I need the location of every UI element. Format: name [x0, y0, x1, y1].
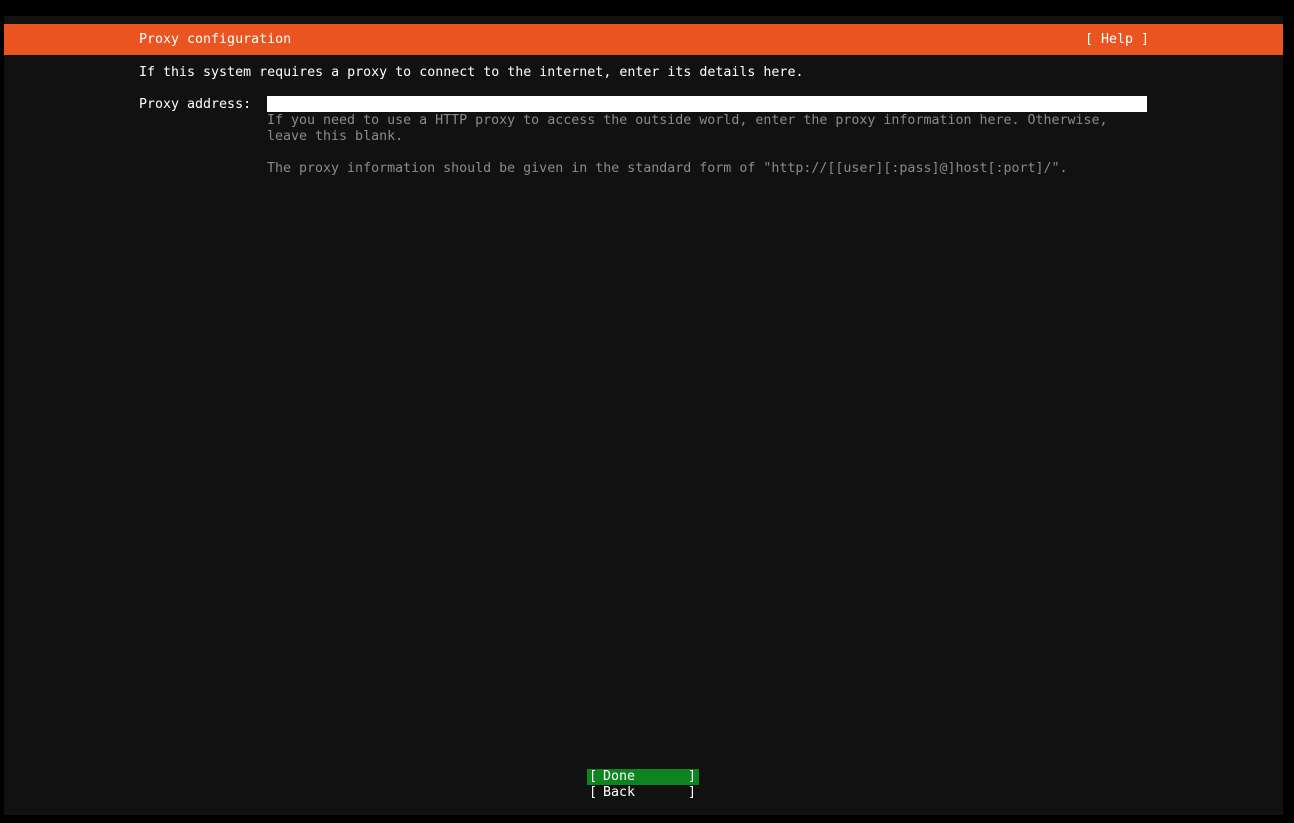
proxy-address-label: Proxy address:	[139, 97, 252, 112]
back-button-label: Back	[603, 785, 636, 800]
done-bracket-open: [	[589, 769, 598, 784]
proxy-format-hint: The proxy information should be given in…	[267, 161, 1068, 176]
header-bar: Proxy configuration [ Help ]	[4, 24, 1283, 55]
page-title: Proxy configuration	[139, 32, 292, 47]
back-bracket-open: [	[589, 785, 598, 800]
proxy-hint-line-2: leave this blank.	[267, 129, 404, 144]
done-button-label: Done	[603, 769, 636, 784]
done-button[interactable]: [ Done ]	[587, 769, 699, 785]
done-bracket-close: ]	[687, 769, 696, 784]
help-button[interactable]: [ Help ]	[1085, 32, 1149, 48]
back-button[interactable]: [ Back ]	[587, 785, 699, 801]
proxy-hint-line-1: If you need to use a HTTP proxy to acces…	[267, 113, 1108, 128]
intro-text: If this system requires a proxy to conne…	[139, 65, 804, 80]
back-bracket-close: ]	[687, 785, 696, 800]
proxy-address-input[interactable]	[267, 96, 1147, 112]
installer-screen: Proxy configuration [ Help ] If this sys…	[4, 16, 1283, 815]
